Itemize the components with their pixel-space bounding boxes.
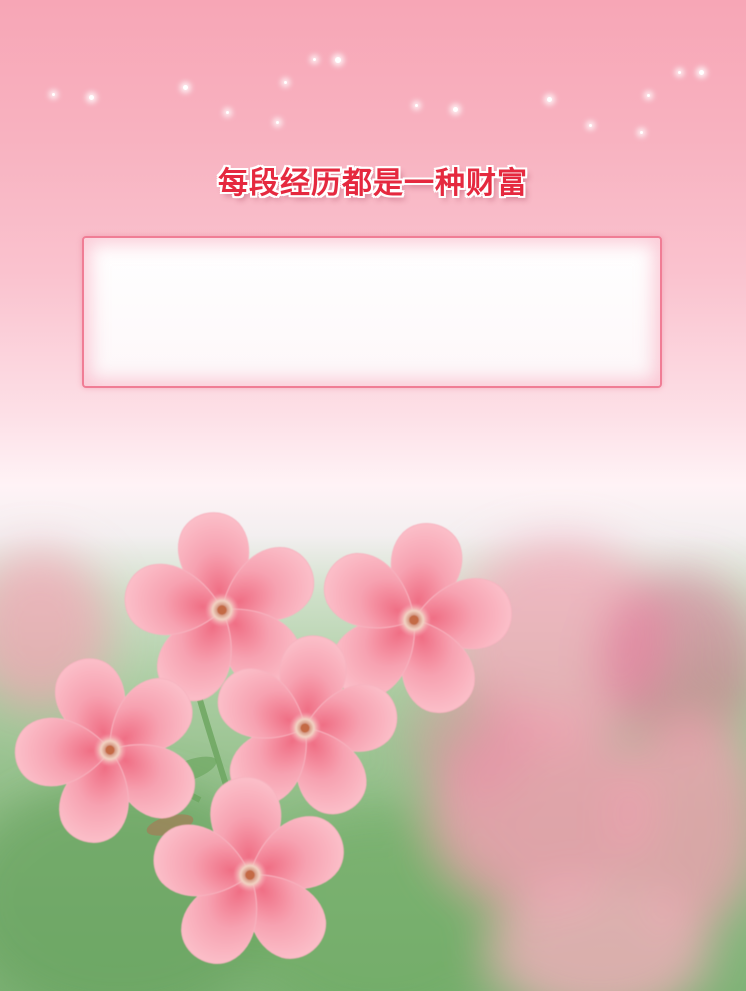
- sparkles-decoration: [0, 0, 746, 160]
- sparkle-icon: [335, 57, 341, 63]
- pink-flowers-illustration: [0, 470, 746, 991]
- sparkle-icon: [678, 71, 681, 74]
- sparkle-icon: [284, 81, 287, 84]
- sparkle-icon: [89, 95, 94, 100]
- sparkle-icon: [183, 85, 188, 90]
- page-title: 每段经历都是一种财富: [218, 166, 528, 201]
- sparkle-icon: [699, 70, 704, 75]
- sparkle-icon: [589, 124, 592, 127]
- sparkle-icon: [415, 104, 418, 107]
- sparkle-icon: [226, 111, 229, 114]
- sparkle-icon: [453, 107, 458, 112]
- content-text-box[interactable]: [82, 236, 662, 388]
- sparkle-icon: [52, 93, 55, 96]
- sparkle-icon: [640, 131, 643, 134]
- sparkle-icon: [547, 97, 552, 102]
- sparkle-icon: [313, 58, 316, 61]
- sparkle-icon: [276, 121, 279, 124]
- greeting-card: 每段经历都是一种财富: [0, 0, 746, 991]
- sparkle-icon: [647, 94, 650, 97]
